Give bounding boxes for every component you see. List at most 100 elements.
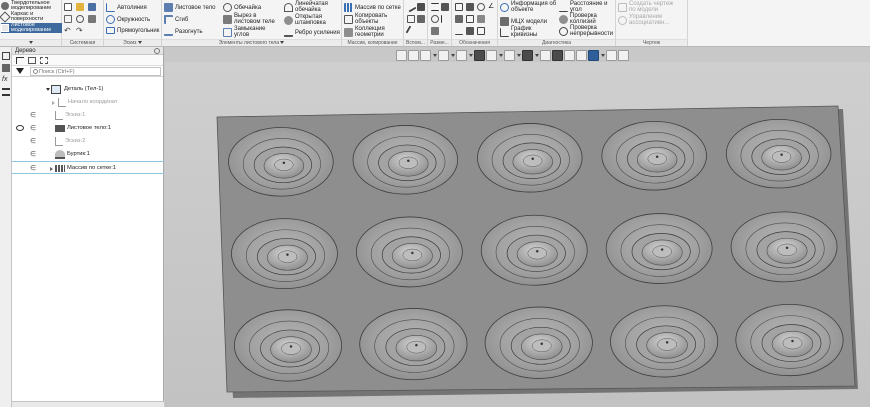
axis-icon[interactable] bbox=[407, 15, 415, 23]
copy-objects-button[interactable]: Копировать объекты bbox=[344, 13, 403, 25]
properties-tab-icon[interactable] bbox=[2, 64, 10, 72]
text-icon[interactable] bbox=[455, 15, 463, 23]
eye-icon[interactable] bbox=[16, 125, 24, 131]
point-icon[interactable] bbox=[417, 15, 425, 23]
zoom-icon[interactable] bbox=[420, 49, 431, 61]
redo-icon[interactable]: ↷ bbox=[76, 27, 84, 35]
measure-icon[interactable] bbox=[618, 49, 629, 61]
aux-line-icon[interactable] bbox=[405, 1, 417, 13]
bump-1-3[interactable] bbox=[605, 213, 713, 284]
position-icon[interactable] bbox=[477, 27, 485, 35]
tree-row-sketch1[interactable]: ∈ Эскиз:1 bbox=[12, 109, 164, 122]
tree-list-icon[interactable] bbox=[28, 57, 36, 64]
open-stamp-button[interactable]: Открытая штамповка bbox=[284, 14, 343, 26]
tree-filter-icon[interactable] bbox=[40, 57, 48, 64]
mark-icon[interactable] bbox=[477, 15, 485, 23]
expand-icon[interactable] bbox=[52, 101, 55, 105]
leader-icon[interactable] bbox=[466, 3, 474, 11]
sketch-line-icon[interactable] bbox=[405, 25, 417, 37]
linear-dim-icon[interactable] bbox=[431, 3, 439, 11]
layers-icon[interactable] bbox=[606, 49, 617, 61]
unfold-button[interactable]: Разогнуть bbox=[164, 27, 202, 36]
bump-2-0[interactable] bbox=[233, 309, 343, 382]
rotate-icon[interactable] bbox=[456, 49, 467, 61]
bump-1-1[interactable] bbox=[355, 216, 463, 288]
bump-1-2[interactable] bbox=[480, 214, 588, 286]
radius-dim-icon[interactable] bbox=[431, 15, 439, 23]
filter-dropdown[interactable] bbox=[600, 50, 605, 61]
bend-button[interactable]: Сгиб bbox=[164, 15, 188, 24]
new-document-icon[interactable] bbox=[64, 3, 72, 11]
hidden-lines-icon[interactable] bbox=[564, 49, 575, 61]
orientation-dropdown[interactable] bbox=[498, 50, 503, 61]
bump-0-4[interactable] bbox=[725, 118, 832, 189]
visibility-icon[interactable] bbox=[576, 49, 587, 61]
angle-dim-icon[interactable] bbox=[441, 15, 449, 23]
hatch-icon[interactable] bbox=[455, 27, 463, 35]
corner-closure-button[interactable]: Замыкание углов bbox=[223, 26, 282, 38]
display-dropdown[interactable] bbox=[516, 50, 521, 61]
bump-2-2[interactable] bbox=[484, 306, 593, 379]
bump-0-3[interactable] bbox=[601, 120, 707, 191]
filter-icon[interactable] bbox=[16, 68, 24, 74]
check-collisions-button[interactable]: Проверка коллизий bbox=[559, 13, 618, 25]
grid-array-button[interactable]: Массив по сетке bbox=[344, 3, 401, 12]
zoom-fit-icon[interactable] bbox=[396, 49, 407, 61]
rib-button[interactable]: Ребро усиления bbox=[284, 28, 340, 37]
sheet-body-button[interactable]: Листовое тело bbox=[164, 3, 216, 12]
properties-icon[interactable] bbox=[64, 15, 72, 23]
perspective-icon[interactable] bbox=[552, 49, 563, 61]
variables-tab-icon[interactable]: fx bbox=[2, 76, 10, 84]
tree-structure-icon[interactable] bbox=[16, 57, 24, 64]
bump-0-0[interactable] bbox=[228, 127, 334, 197]
shell-button[interactable]: Обечайка bbox=[223, 3, 261, 12]
filter-icon[interactable] bbox=[588, 49, 599, 61]
diameter-dim-icon[interactable] bbox=[441, 3, 449, 11]
create-drawing-button[interactable]: Создать чертеж по модели bbox=[618, 1, 677, 13]
plane-icon[interactable] bbox=[417, 3, 425, 11]
linear-shell-button[interactable]: Линейчатая обечайка bbox=[284, 1, 343, 13]
distance-angle-button[interactable]: Расстояние и угол bbox=[559, 1, 618, 13]
bump-1-0[interactable] bbox=[231, 218, 338, 290]
tolerance-icon[interactable]: ∠ bbox=[488, 3, 496, 11]
expand-icon[interactable] bbox=[50, 167, 53, 171]
circle-button[interactable]: Окружность bbox=[106, 15, 150, 24]
model-canvas[interactable] bbox=[165, 62, 870, 407]
tree-row-sketch2[interactable]: ∈ Эскиз:2 bbox=[12, 135, 164, 148]
curve-graph-button[interactable]: График кривизны bbox=[500, 26, 559, 38]
collapse-icon[interactable] bbox=[46, 88, 50, 91]
section-icon[interactable] bbox=[540, 49, 551, 61]
bump-2-4[interactable] bbox=[735, 303, 844, 377]
mode-sheet-metal[interactable]: Листовое моделирование bbox=[1, 22, 62, 33]
rectangle-button[interactable]: Прямоугольник bbox=[106, 27, 159, 34]
roughness-icon[interactable] bbox=[455, 3, 463, 11]
display-mode-icon[interactable] bbox=[504, 49, 515, 61]
menu-tab-icon[interactable] bbox=[2, 88, 10, 96]
grid-icon[interactable] bbox=[408, 49, 419, 61]
weld-icon[interactable] bbox=[466, 27, 474, 35]
shaded-dropdown[interactable] bbox=[534, 50, 539, 61]
bump-2-1[interactable] bbox=[359, 308, 468, 381]
assoc-views-button[interactable]: Управление ассоциативн... bbox=[618, 14, 677, 26]
shaded-icon[interactable] bbox=[522, 49, 533, 61]
tree-search-input[interactable] bbox=[30, 67, 161, 76]
check-continuity-button[interactable]: Проверка непрерывности bbox=[559, 25, 618, 37]
mode-wireframe-surfaces[interactable]: Каркас и поверхности bbox=[0, 11, 62, 23]
dim-style-icon[interactable] bbox=[431, 27, 439, 35]
save-icon[interactable] bbox=[88, 3, 96, 11]
bump-0-2[interactable] bbox=[477, 123, 583, 193]
pan-dropdown[interactable] bbox=[450, 50, 455, 61]
rebuild-icon[interactable] bbox=[76, 15, 84, 23]
view-cube-icon[interactable] bbox=[486, 49, 497, 61]
tree-row-sheet-body[interactable]: ∈ Листовое тело:1 bbox=[12, 122, 164, 135]
orientation-icon[interactable] bbox=[474, 49, 485, 61]
mcc-button[interactable]: МЦХ модели bbox=[500, 17, 547, 26]
rotate-dropdown[interactable] bbox=[468, 50, 473, 61]
3d-viewport[interactable] bbox=[165, 62, 870, 407]
print-icon[interactable] bbox=[88, 15, 96, 23]
tree-tab-icon[interactable] bbox=[2, 52, 10, 60]
geometry-collection-button[interactable]: Коллекция геометрии bbox=[344, 26, 403, 38]
tree-row-part[interactable]: Деталь (Тел-1) bbox=[12, 83, 164, 96]
cutout-button[interactable]: Вырез в листовом теле bbox=[223, 13, 282, 25]
object-info-button[interactable]: Информация об объекте bbox=[500, 1, 559, 13]
